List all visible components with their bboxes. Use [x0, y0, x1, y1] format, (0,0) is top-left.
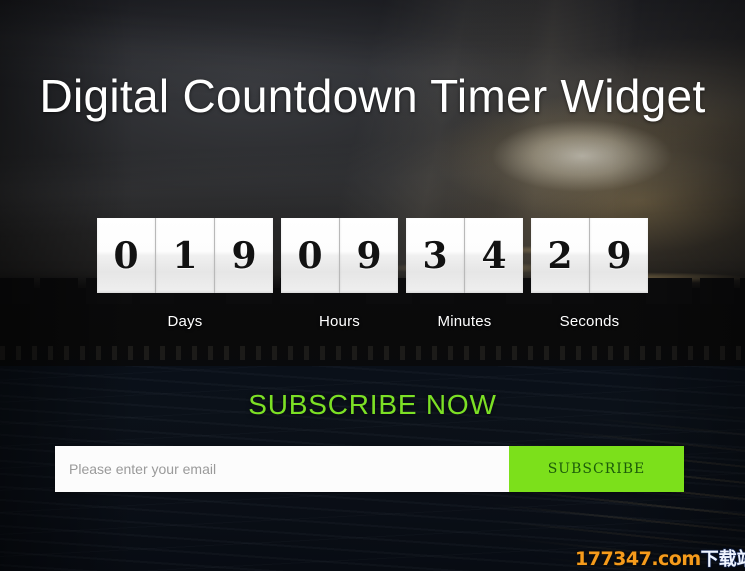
- countdown-digit: 9: [590, 218, 648, 293]
- countdown-label-hours: Hours: [318, 313, 360, 330]
- countdown-timer: 0 1 9 Days 0 9 Hours 3 4 Minutes 2 9 Seconds: [0, 218, 745, 330]
- countdown-digit: 4: [465, 218, 523, 293]
- page-title: Digital Countdown Timer Widget: [39, 69, 706, 122]
- countdown-widget-page: Digital Countdown Timer Widget 0 1 9 Days 0 9…: [0, 0, 745, 571]
- watermark-suffix: 下载站: [700, 549, 745, 571]
- countdown-label-seconds: Seconds: [559, 313, 620, 330]
- countdown-digit: 0: [281, 218, 339, 293]
- countdown-group-hours: 0 9 Hours: [281, 218, 398, 330]
- subscribe-heading: SUBSCRIBE NOW: [248, 389, 497, 420]
- countdown-group-seconds: 2 9 Seconds: [531, 218, 648, 330]
- countdown-digit: 1: [156, 218, 214, 293]
- countdown-digit: 9: [340, 218, 398, 293]
- countdown-digits-hours: 09: [281, 218, 398, 293]
- countdown-digits-days: 019: [97, 218, 273, 293]
- countdown-group-days: 0 1 9 Days: [97, 218, 273, 330]
- countdown-label-minutes: Minutes: [437, 313, 492, 330]
- countdown-digits-seconds: 29: [531, 218, 648, 293]
- email-input[interactable]: [55, 446, 509, 492]
- watermark-domain: 177347.com: [575, 548, 702, 571]
- countdown-digit: 9: [215, 218, 273, 293]
- site-watermark: 177347.com下载站: [575, 545, 745, 571]
- countdown-digit: 3: [406, 218, 464, 293]
- subscribe-button[interactable]: SUBSCRIBE: [509, 446, 684, 492]
- countdown-digit: 0: [97, 218, 155, 293]
- page-content: Digital Countdown Timer Widget 0 1 9 Days 0 9…: [0, 0, 745, 571]
- countdown-group-minutes: 3 4 Minutes: [406, 218, 523, 330]
- countdown-digit: 2: [531, 218, 589, 293]
- subscribe-form: SUBSCRIBE: [55, 446, 684, 492]
- countdown-digits-minutes: 34: [406, 218, 523, 293]
- countdown-label-days: Days: [167, 313, 203, 330]
